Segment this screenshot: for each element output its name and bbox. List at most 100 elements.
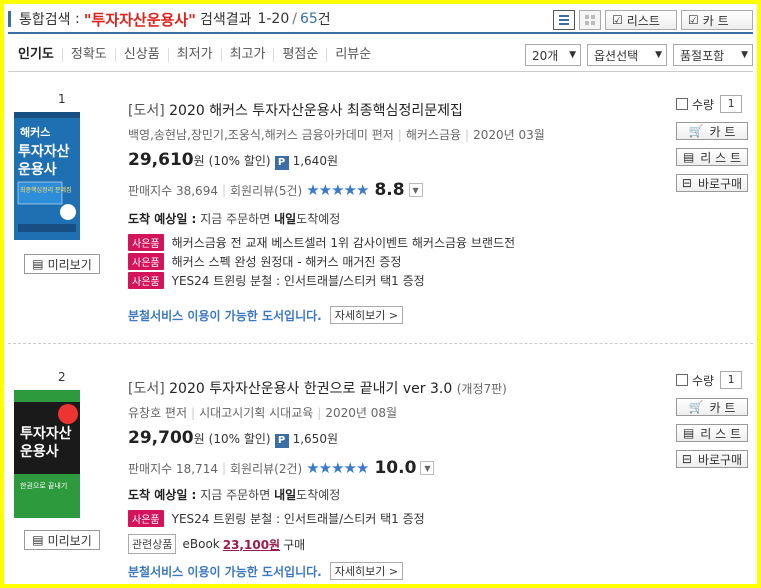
cover-title-1: 투자자산: [20, 425, 72, 442]
sort-rating[interactable]: 평점순: [273, 47, 326, 62]
item-date: 2020년 03월: [473, 128, 545, 142]
cart-button[interactable]: 🛒 카 트: [676, 122, 748, 140]
gift-badge: 사은품: [128, 272, 164, 289]
rating-score: 8.8: [374, 180, 405, 200]
item-sales: 판매지수 38,694 | 회원리뷰(5건) ★★★★★ 8.8 ▼: [128, 180, 423, 200]
add-to-cart-button[interactable]: ☑ 카 트: [681, 10, 753, 30]
cover-brand: 해커스: [20, 125, 50, 139]
buy-icon: ⊟: [681, 176, 692, 190]
sort-highest-price[interactable]: 최고가: [220, 47, 274, 62]
item-actions: 수량 1 🛒 카 트 ▤ 리 스 트 ⊟ 바로구매: [676, 370, 748, 468]
gift-line: 사은품 해커스 스펙 완성 원정대 - 해커스 매거진 증정: [128, 253, 401, 270]
item-title[interactable]: [도서] 2020 투자자산운용사 한권으로 끝내기 ver 3.0 (개정7판…: [128, 378, 507, 398]
select-checkbox[interactable]: [676, 98, 688, 110]
item-publisher[interactable]: 해커스금융: [406, 128, 461, 142]
item-authors[interactable]: 백영,송현남,장민기,조웅식,해커스 금융아카데미 편저: [128, 128, 394, 142]
cover-title-2: 운용사: [18, 162, 57, 178]
view-toolbar: ☑ 리스트 ☑ 카 트: [553, 10, 753, 30]
detail-button[interactable]: 자세히보기 >: [329, 562, 404, 580]
split-service-notice: 분철서비스 이용이 가능한 도서입니다. 자세히보기 >: [128, 562, 404, 580]
book-cover-image[interactable]: 해커스 투자자산 운용사 최종핵심정리 문제집: [14, 112, 80, 240]
rating-stars-icon: ★★★★★: [306, 181, 369, 199]
list-icon: ▤: [682, 426, 695, 440]
result-total: 65: [299, 11, 318, 27]
quantity-row: 수량 1: [676, 370, 748, 390]
buy-now-button[interactable]: ⊟ 바로구매: [676, 174, 748, 192]
sort-reviews[interactable]: 리뷰순: [326, 47, 379, 62]
item-rank: 2: [58, 370, 66, 384]
item-meta: 백영,송현남,장민기,조웅식,해커스 금융아카데미 편저 | 해커스금융 | 2020년…: [128, 128, 545, 142]
grid-view-icon[interactable]: [579, 10, 601, 30]
item-meta: 유창호 편저 | 시대고시기획 시대교육 | 2020년 08월: [128, 406, 398, 420]
item-date: 2020년 08월: [325, 406, 398, 420]
gift-badge: 사은품: [128, 253, 164, 270]
book-icon: ▤: [32, 257, 44, 271]
item-authors[interactable]: 유창호 편저: [128, 406, 187, 420]
list-icon: ▤: [682, 150, 695, 164]
sort-accuracy[interactable]: 정확도: [61, 47, 115, 62]
list-item: 1 해커스 투자자산 운용사 최종핵심정리 문제집 ▤ 미리보기 [도서] 20…: [8, 86, 753, 344]
option-select[interactable]: 옵션선택 ▼: [587, 44, 667, 66]
quantity-input[interactable]: 1: [720, 95, 743, 113]
split-service-notice: 분철서비스 이용이 가능한 도서입니다. 자세히보기 >: [128, 306, 404, 324]
gift-line: 사은품 YES24 트윈링 분철 : 인서트래블/스티커 택1 증정: [128, 510, 425, 527]
result-total-unit: 건: [317, 12, 331, 28]
preview-button[interactable]: ▤ 미리보기: [24, 530, 100, 550]
checkbox-icon: ☑: [612, 13, 623, 27]
quantity-row: 수량 1: [676, 94, 748, 114]
ebook-price-link[interactable]: 23,100원: [223, 536, 280, 553]
add-to-list-button[interactable]: ☑ 리스트: [605, 10, 677, 30]
sort-newest[interactable]: 신상품: [114, 47, 168, 62]
filter-selects: 20개 ▼ 옵션선택 ▼ 품절포함 ▼: [525, 44, 753, 66]
cover-subtitle: 최종핵심정리 문제집: [20, 186, 72, 194]
item-title[interactable]: [도서] 2020 해커스 투자자산운용사 최종핵심정리문제집: [128, 100, 463, 120]
rating-score: 10.0: [374, 458, 417, 478]
cart-icon: 🛒: [688, 124, 704, 138]
search-result-header: 통합검색 : "투자자산운용사" 검색결과 1-20 / 65 건 ☑ 리스트 …: [8, 6, 753, 34]
book-icon: ▤: [32, 533, 44, 547]
detail-button[interactable]: 자세히보기 >: [329, 306, 404, 324]
per-page-select[interactable]: 20개 ▼: [525, 44, 581, 66]
header-label: 통합검색: [19, 12, 71, 28]
sales-index: 판매지수 18,714: [128, 461, 218, 476]
list-view-icon[interactable]: [553, 10, 575, 30]
chevron-down-icon: ▼: [655, 50, 662, 60]
result-label: 검색결과: [199, 12, 252, 28]
checkbox-icon: ☑: [688, 13, 699, 27]
quantity-input[interactable]: 1: [720, 371, 743, 389]
sales-index: 판매지수 38,694: [128, 183, 218, 198]
arrival-info: 도착 예상일 : 지금 주문하면 내일도착예정: [128, 212, 341, 226]
review-count[interactable]: 회원리뷰(5건): [230, 182, 302, 199]
buy-now-button[interactable]: ⊟ 바로구매: [676, 450, 748, 468]
cover-title-2: 운용사: [20, 444, 59, 460]
item-publisher[interactable]: 시대고시기획 시대교육: [199, 406, 313, 420]
gift-line: 사은품 YES24 트윈링 분철 : 인서트래블/스티커 택1 증정: [128, 272, 425, 289]
result-slash: /: [292, 11, 297, 27]
chevron-down-icon[interactable]: ▼: [420, 461, 435, 475]
preview-button[interactable]: ▤ 미리보기: [24, 254, 100, 274]
book-cover-image[interactable]: 투자자산 운용사 한권으로 끝내기: [14, 390, 80, 518]
wishlist-button[interactable]: ▤ 리 스 트: [676, 424, 748, 442]
discount-rate: (10% 할인): [208, 432, 271, 446]
point-amount: 1,640원: [292, 154, 338, 168]
sort-popularity[interactable]: 인기도: [8, 47, 62, 62]
sort-lowest-price[interactable]: 최저가: [167, 47, 221, 62]
list-item: 2 투자자산 운용사 한권으로 끝내기 ▤ 미리보기 [도서] 2020 투자자…: [8, 364, 753, 584]
cart-icon: 🛒: [688, 400, 704, 414]
cart-button[interactable]: 🛒 카 트: [676, 398, 748, 416]
buy-icon: ⊟: [681, 452, 692, 466]
point-icon: P: [274, 156, 289, 170]
discount-rate: (10% 할인): [208, 154, 271, 168]
review-count[interactable]: 회원리뷰(2건): [230, 460, 302, 477]
item-price: 29,700 원 (10% 할인) P 1,650원: [128, 428, 338, 448]
item-sales: 판매지수 18,714 | 회원리뷰(2건) ★★★★★ 10.0 ▼: [128, 458, 435, 478]
chevron-down-icon: ▼: [569, 50, 576, 60]
point-icon: P: [274, 434, 289, 448]
wishlist-button[interactable]: ▤ 리 스 트: [676, 148, 748, 166]
stock-filter-select[interactable]: 품절포함 ▼: [673, 44, 753, 66]
chevron-down-icon[interactable]: ▼: [408, 183, 423, 197]
cover-subtitle: 한권으로 끝내기: [20, 481, 67, 490]
sort-bar: 인기도 정확도 신상품 최저가 최고가 평점순 리뷰순 20개 ▼ 옵션선택 ▼ 품…: [8, 38, 753, 72]
related-ebook: 관련상품 eBook 23,100원 구매: [128, 534, 305, 554]
select-checkbox[interactable]: [676, 374, 688, 386]
